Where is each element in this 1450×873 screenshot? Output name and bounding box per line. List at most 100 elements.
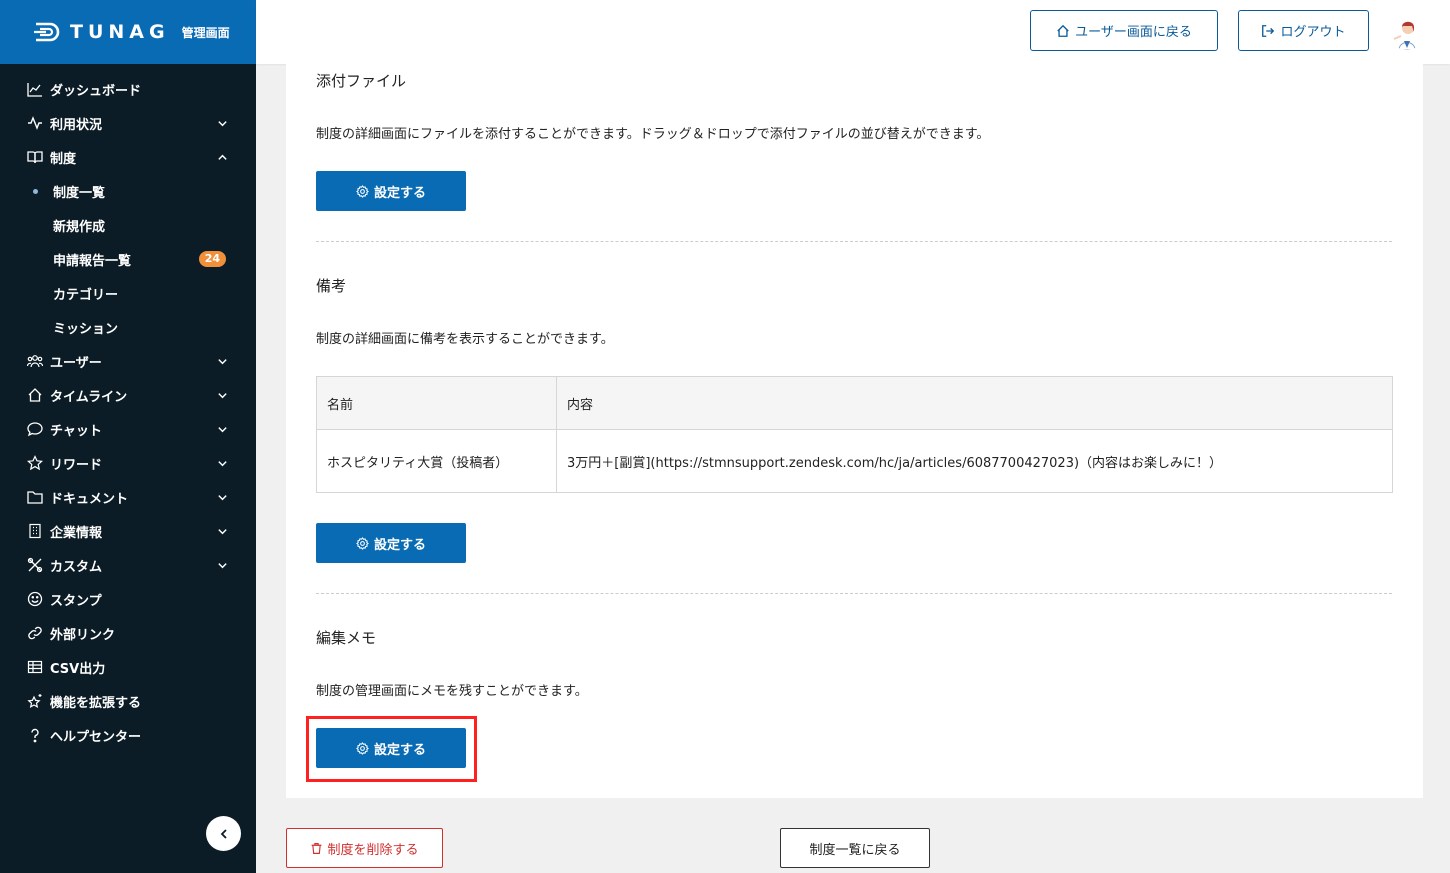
section-divider — [316, 241, 1392, 242]
sidebar-item-document[interactable]: ドキュメント — [0, 480, 256, 514]
chat-bubble-icon — [26, 421, 43, 438]
notes-table: 名前 内容 ホスピタリティ大賞（投稿者） 3万円＋[副賞](https://st… — [316, 376, 1393, 493]
sidebar-item-label: 利用状況 — [50, 117, 103, 133]
section-divider — [316, 593, 1392, 594]
chevron-down-icon — [216, 491, 228, 503]
sidebar-item-reward[interactable]: リワード — [0, 446, 256, 480]
notes-settings-label: 設定する — [373, 537, 426, 553]
sidebar-item-chat[interactable]: チャット — [0, 412, 256, 446]
home-icon — [26, 387, 43, 404]
chevron-down-icon — [216, 525, 228, 537]
chevron-down-icon — [216, 117, 228, 129]
delete-system-label: 制度を削除する — [327, 842, 419, 858]
notes-description: 制度の詳細画面に備考を表示することができます。 — [316, 332, 614, 347]
trash-icon — [312, 842, 322, 854]
attachments-description: 制度の詳細画面にファイルを添付することができます。ドラッグ＆ドロップで添付ファイ… — [316, 127, 990, 142]
sidebar: TUNAG 管理画面 ダッシュボード 利用状況 制度 制度一覧 新規作成 申請報… — [0, 0, 256, 873]
logout-label: ログアウト — [1280, 25, 1346, 40]
sidebar-subitem-system-list[interactable]: 制度一覧 — [0, 174, 256, 208]
table-row: ホスピタリティ大賞（投稿者） 3万円＋[副賞](https://stmnsupp… — [316, 429, 1393, 493]
memo-title: 編集メモ — [316, 629, 377, 647]
memo-settings-button[interactable]: 設定する — [316, 728, 466, 768]
logout-button[interactable]: ログアウト — [1238, 10, 1369, 51]
chevron-down-icon — [216, 389, 228, 401]
sidebar-collapse-button[interactable] — [206, 816, 241, 851]
sidebar-item-label: リワード — [50, 457, 103, 473]
back-to-list-button[interactable]: 制度一覧に戻る — [780, 828, 930, 868]
attachments-title: 添付ファイル — [316, 72, 407, 90]
notes-settings-button[interactable]: 設定する — [316, 523, 466, 563]
brand-header[interactable]: TUNAG 管理画面 — [0, 0, 256, 64]
gear-icon — [356, 536, 369, 550]
sidebar-item-system[interactable]: 制度 — [0, 140, 256, 174]
sidebar-item-users[interactable]: ユーザー — [0, 344, 256, 378]
count-badge: 24 — [198, 251, 226, 267]
sidebar-subitem-label: 制度一覧 — [53, 185, 106, 201]
sidebar-item-label: ダッシュボード — [50, 83, 142, 99]
sidebar-subitem-label: 申請報告一覧 — [53, 253, 132, 269]
sidebar-item-help[interactable]: ヘルプセンター — [0, 718, 256, 752]
chevron-left-icon — [220, 828, 227, 839]
sidebar-subitem-category[interactable]: カテゴリー — [0, 276, 256, 310]
notes-title: 備考 — [316, 277, 347, 295]
folder-icon — [26, 489, 43, 506]
table-icon — [26, 659, 43, 676]
sidebar-subitem-mission[interactable]: ミッション — [0, 310, 256, 344]
sidebar-item-custom[interactable]: カスタム — [0, 548, 256, 582]
sidebar-item-extend[interactable]: 機能を拡張する — [0, 684, 256, 718]
gear-icon — [356, 184, 369, 198]
link-icon — [26, 625, 43, 642]
star-icon — [26, 455, 43, 472]
activity-icon — [26, 115, 43, 132]
delete-system-button[interactable]: 制度を削除する — [286, 828, 443, 868]
tools-icon — [26, 557, 43, 574]
sidebar-item-label: 企業情報 — [50, 525, 103, 541]
back-to-user-screen-button[interactable]: ユーザー画面に戻る — [1030, 10, 1218, 51]
attachments-settings-button[interactable]: 設定する — [316, 171, 466, 211]
sparkle-star-icon — [26, 693, 43, 710]
sidebar-item-label: チャット — [50, 423, 102, 439]
top-header: ユーザー画面に戻る ログアウト — [256, 0, 1450, 64]
sidebar-item-label: カスタム — [50, 559, 103, 575]
avatar[interactable] — [1389, 14, 1425, 50]
gear-icon — [356, 741, 369, 755]
sidebar-item-label: 機能を拡張する — [50, 695, 142, 711]
users-icon — [26, 353, 43, 370]
sidebar-item-label: ヘルプセンター — [50, 729, 142, 745]
sidebar-item-csv[interactable]: CSV出力 — [0, 650, 256, 684]
building-icon — [26, 523, 43, 540]
sidebar-item-label: 外部リンク — [50, 627, 116, 643]
tunag-logo-icon — [34, 22, 64, 42]
sidebar-item-dashboard[interactable]: ダッシュボード — [0, 72, 256, 106]
memo-settings-label: 設定する — [373, 742, 426, 758]
sidebar-item-timeline[interactable]: タイムライン — [0, 378, 256, 412]
chevron-down-icon — [216, 559, 228, 571]
attachments-settings-label: 設定する — [373, 185, 426, 201]
sidebar-item-stamp[interactable]: スタンプ — [0, 582, 256, 616]
home-icon — [1057, 24, 1069, 37]
sidebar-subitem-label: ミッション — [53, 321, 119, 337]
back-to-user-screen-label: ユーザー画面に戻る — [1075, 25, 1192, 40]
sidebar-item-label: 制度 — [50, 151, 77, 167]
sidebar-item-external-link[interactable]: 外部リンク — [0, 616, 256, 650]
question-icon — [26, 727, 43, 744]
system-settings-card: 添付ファイル 制度の詳細画面にファイルを添付することができます。ドラッグ＆ドロッ… — [286, 64, 1423, 798]
book-icon — [26, 149, 43, 166]
chevron-down-icon — [216, 423, 228, 435]
sidebar-item-label: タイムライン — [50, 389, 128, 405]
sidebar-subitem-reports[interactable]: 申請報告一覧 24 — [0, 242, 256, 276]
sidebar-nav: ダッシュボード 利用状況 制度 制度一覧 新規作成 申請報告一覧 24 カテゴリ… — [0, 64, 256, 752]
sidebar-item-label: ドキュメント — [50, 491, 129, 507]
sidebar-subitem-label: 新規作成 — [53, 219, 106, 235]
smile-icon — [26, 591, 43, 608]
back-to-list-label: 制度一覧に戻る — [809, 842, 901, 858]
sidebar-item-label: ユーザー — [50, 355, 102, 371]
chevron-up-icon — [216, 151, 228, 163]
chart-line-icon — [26, 81, 43, 98]
sidebar-subitem-new[interactable]: 新規作成 — [0, 208, 256, 242]
memo-description: 制度の管理画面にメモを残すことができます。 — [316, 684, 588, 699]
sidebar-item-usage[interactable]: 利用状況 — [0, 106, 256, 140]
sidebar-item-company[interactable]: 企業情報 — [0, 514, 256, 548]
table-cell-name: ホスピタリティ大賞（投稿者） — [316, 429, 557, 493]
logout-icon — [1262, 24, 1275, 37]
